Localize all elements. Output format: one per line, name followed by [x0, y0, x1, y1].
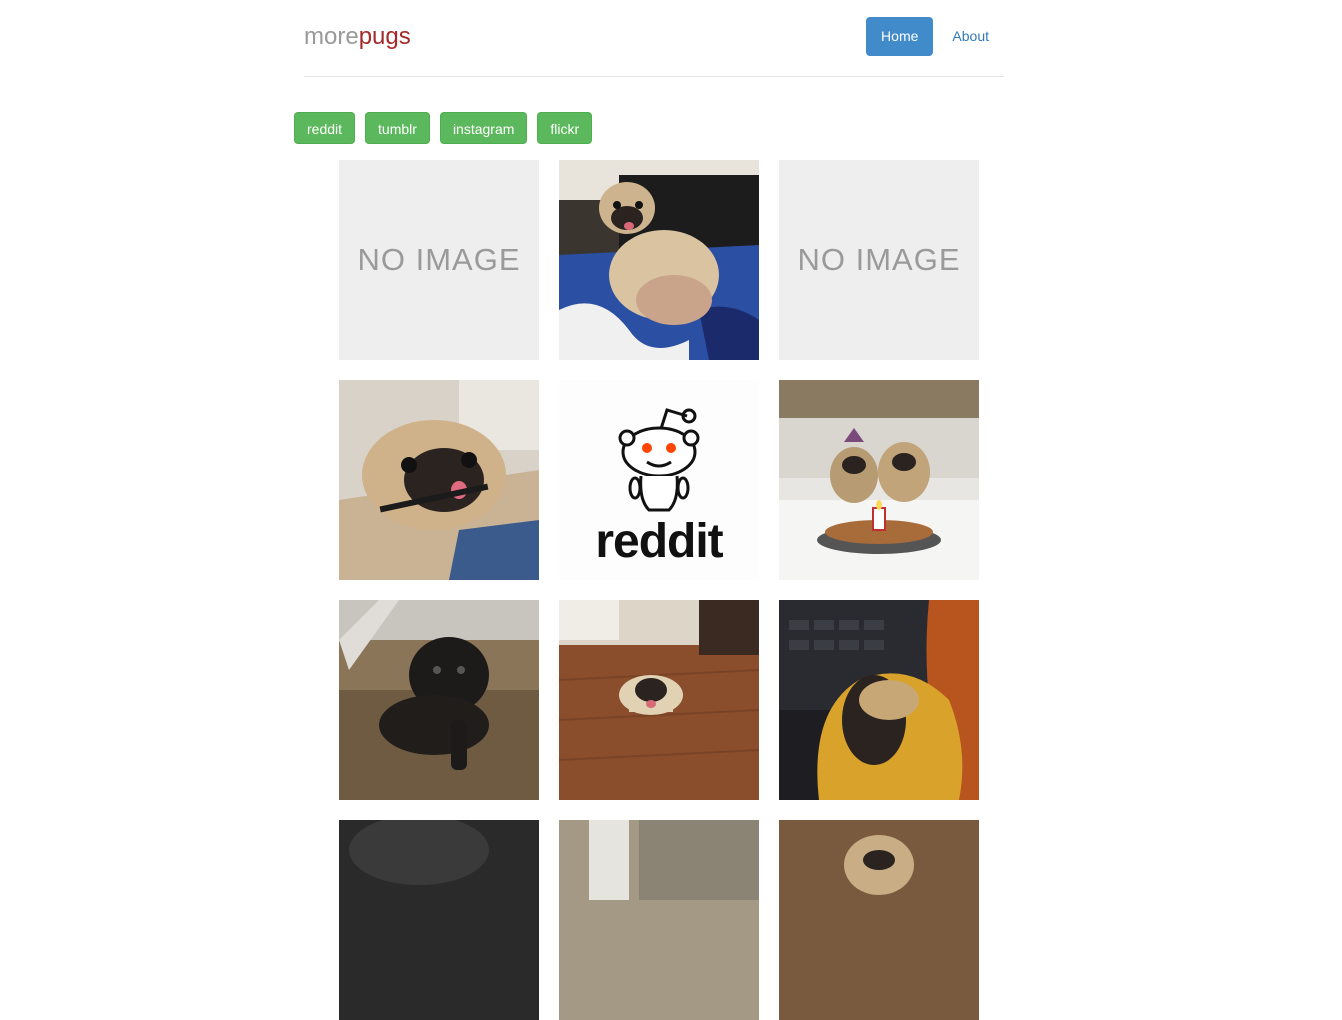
no-image-label: NO IMAGE	[357, 242, 521, 277]
pug-peek-image	[779, 820, 979, 1020]
image-tile-pug-blanket[interactable]	[779, 600, 979, 800]
image-tile-pug-peek[interactable]	[779, 820, 979, 1020]
instagram-button[interactable]: instagram	[439, 112, 528, 144]
image-tile-black-pug[interactable]	[339, 600, 539, 800]
dark-pug-image	[339, 820, 539, 1020]
pug-floor-image	[559, 600, 759, 800]
flickr-button[interactable]: flickr	[537, 112, 593, 144]
nav-home[interactable]: Home	[866, 17, 934, 56]
image-tile-reddit-logo[interactable]: reddit	[559, 380, 759, 580]
nav-about[interactable]: About	[937, 17, 1004, 56]
pug-blanket-image	[779, 600, 979, 800]
image-tile-pug-closeup[interactable]	[339, 380, 539, 580]
pug-closeup-image	[339, 380, 539, 580]
brand-pugs: pugs	[358, 23, 411, 50]
image-tile-pug-floor[interactable]	[559, 600, 759, 800]
image-tile-pugs-cake[interactable]	[779, 380, 979, 580]
image-tile-pug-couch[interactable]	[559, 160, 759, 360]
pugs-cake-image	[779, 380, 979, 580]
main-nav: Home About	[866, 17, 1004, 56]
image-tile-placeholder[interactable]: NO IMAGE	[339, 160, 539, 360]
pug-window-image	[559, 820, 759, 1020]
tumblr-button[interactable]: tumblr	[365, 112, 430, 144]
brand-more: more	[304, 23, 359, 50]
black-pug-image	[339, 600, 539, 800]
no-image-label: NO IMAGE	[797, 242, 961, 277]
image-grid: NO IMAGE NO IMAGE reddit	[339, 160, 979, 1020]
brand-logo[interactable]: morepugs	[304, 22, 411, 52]
source-filter-bar: reddit tumblr instagram flickr	[294, 112, 593, 144]
site-header: morepugs Home About	[304, 0, 1004, 77]
pug-couch-image	[559, 160, 759, 360]
reddit-button[interactable]: reddit	[294, 112, 356, 144]
image-tile-pug-window[interactable]	[559, 820, 759, 1020]
image-tile-placeholder[interactable]: NO IMAGE	[779, 160, 979, 360]
image-tile-dark-pug[interactable]	[339, 820, 539, 1020]
reddit-logo-text: reddit	[595, 515, 723, 568]
